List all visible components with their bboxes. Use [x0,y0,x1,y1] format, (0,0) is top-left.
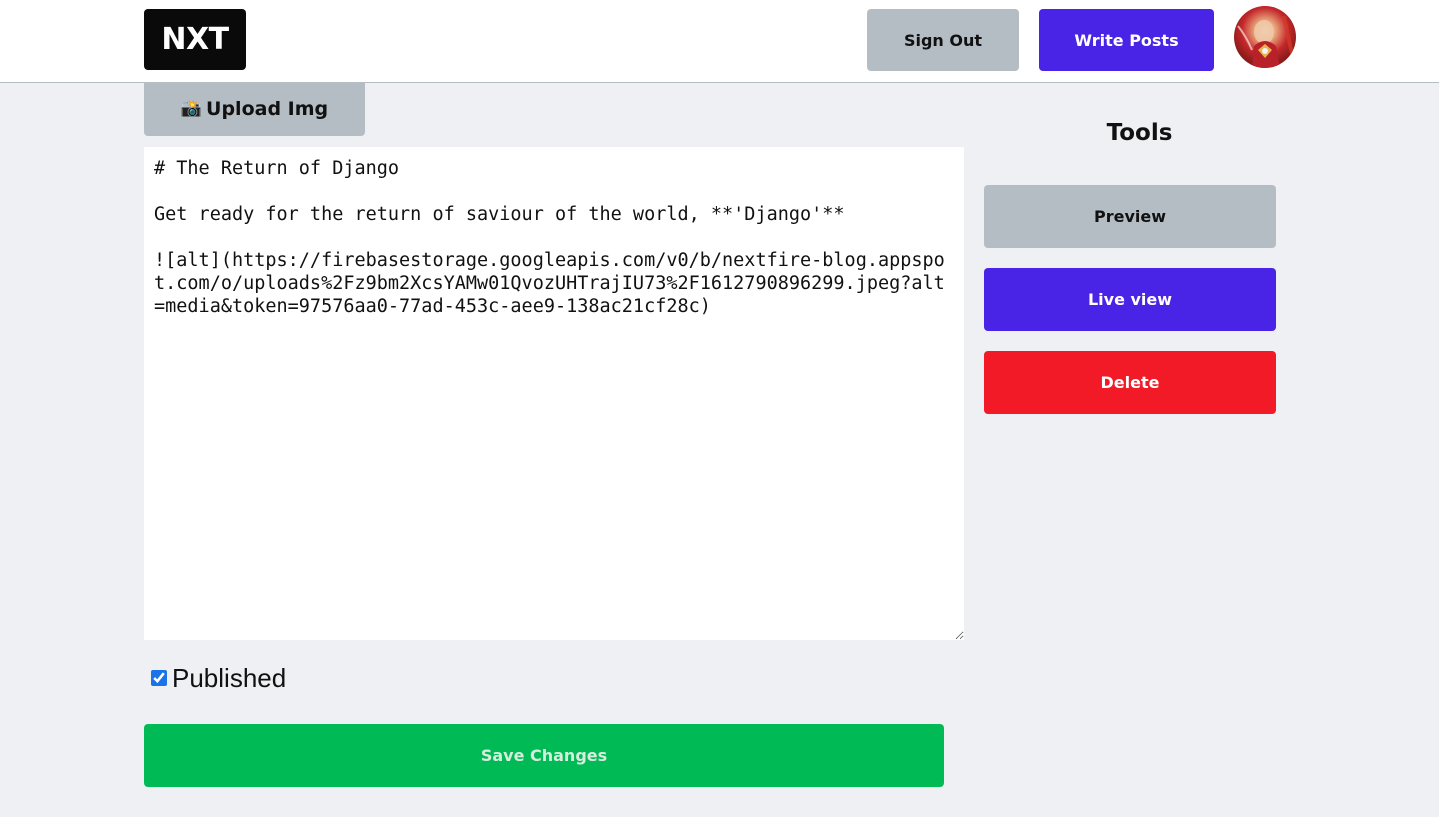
save-changes-button[interactable]: Save Changes [144,724,944,787]
avatar-image [1237,15,1294,68]
published-toggle[interactable]: Published [151,662,286,694]
published-checkbox[interactable] [151,670,167,686]
tools-heading: Tools [1106,120,1173,146]
live-view-button[interactable]: Live view [984,268,1276,331]
preview-button[interactable]: Preview [984,185,1276,248]
upload-image-label: Upload Img [206,98,329,120]
logo-link[interactable]: NXT [144,9,246,70]
sign-out-button[interactable]: Sign Out [867,9,1019,71]
delete-button[interactable]: Delete [984,351,1276,414]
markdown-editor[interactable] [144,147,964,640]
top-navbar: NXT Sign Out Write Posts [0,0,1439,83]
upload-image-button[interactable]: 📸 Upload Img [144,82,365,136]
published-label: Published [172,662,287,693]
camera-icon: 📸 [180,99,203,119]
write-posts-button[interactable]: Write Posts [1039,9,1214,71]
avatar[interactable] [1234,6,1296,68]
